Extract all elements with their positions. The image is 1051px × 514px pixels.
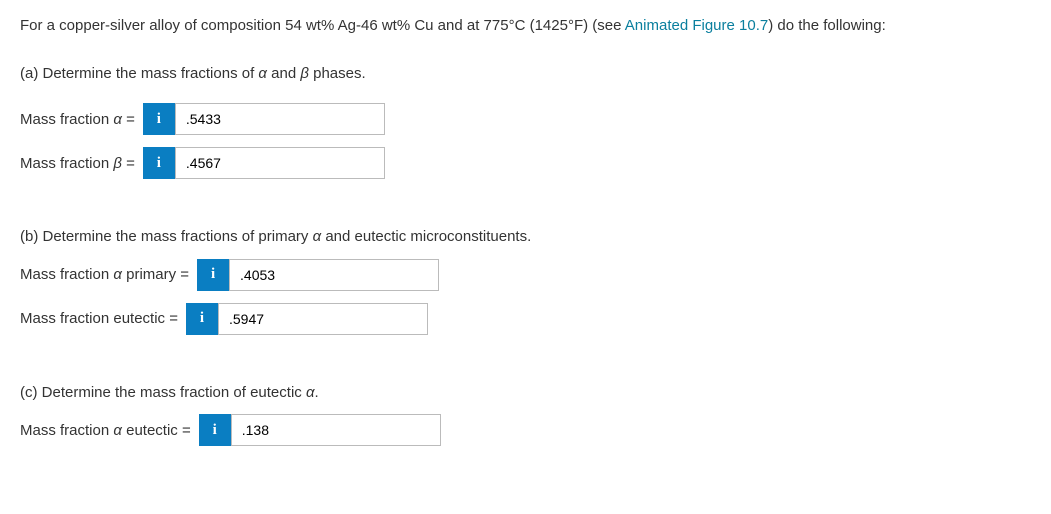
info-icon[interactable]: i [143, 147, 175, 179]
part-c-alpha: α [306, 384, 315, 401]
eutectic-alpha-label: Mass fraction α eutectic = [20, 422, 191, 439]
part-c-suffix: . [315, 384, 319, 401]
part-b-prefix: (b) Determine the mass fractions of prim… [20, 228, 313, 245]
info-icon[interactable]: i [186, 303, 218, 335]
eutectic-alpha-input-row: Mass fraction α eutectic = i [20, 414, 1031, 446]
info-icon[interactable]: i [199, 414, 231, 446]
part-c-prefix: (c) Determine the mass fraction of eutec… [20, 384, 306, 401]
eutectic-alpha-input[interactable] [231, 414, 441, 446]
intro-suffix: ) do the following: [768, 17, 886, 34]
part-a-label: (a) Determine the mass fractions of α an… [20, 63, 1031, 86]
eutectic-input[interactable] [218, 303, 428, 335]
part-b-alpha: α [313, 228, 322, 245]
alpha-label: Mass fraction α = [20, 111, 135, 128]
part-a-suffix: phases. [309, 65, 366, 82]
alpha-input-row: Mass fraction α = i [20, 103, 1031, 135]
part-a-prefix: (a) Determine the mass fractions of [20, 65, 258, 82]
beta-label: Mass fraction β = [20, 155, 135, 172]
beta-input-row: Mass fraction β = i [20, 147, 1031, 179]
part-a-beta: β [300, 65, 309, 82]
beta-input[interactable] [175, 147, 385, 179]
figure-link[interactable]: Animated Figure 10.7 [625, 17, 768, 34]
eutectic-input-row: Mass fraction eutectic = i [20, 303, 1031, 335]
primary-label: Mass fraction α primary = [20, 266, 189, 283]
eutectic-label: Mass fraction eutectic = [20, 310, 178, 327]
part-b-suffix: and eutectic microconstituents. [321, 228, 531, 245]
alpha-input[interactable] [175, 103, 385, 135]
info-icon[interactable]: i [197, 259, 229, 291]
problem-intro: For a copper-silver alloy of composition… [20, 15, 1031, 38]
part-a-and: and [267, 65, 300, 82]
part-a-alpha: α [258, 65, 267, 82]
intro-prefix: For a copper-silver alloy of composition… [20, 17, 625, 34]
primary-input-row: Mass fraction α primary = i [20, 259, 1031, 291]
part-c-label: (c) Determine the mass fraction of eutec… [20, 382, 1031, 405]
part-b-label: (b) Determine the mass fractions of prim… [20, 226, 1031, 249]
primary-input[interactable] [229, 259, 439, 291]
info-icon[interactable]: i [143, 103, 175, 135]
